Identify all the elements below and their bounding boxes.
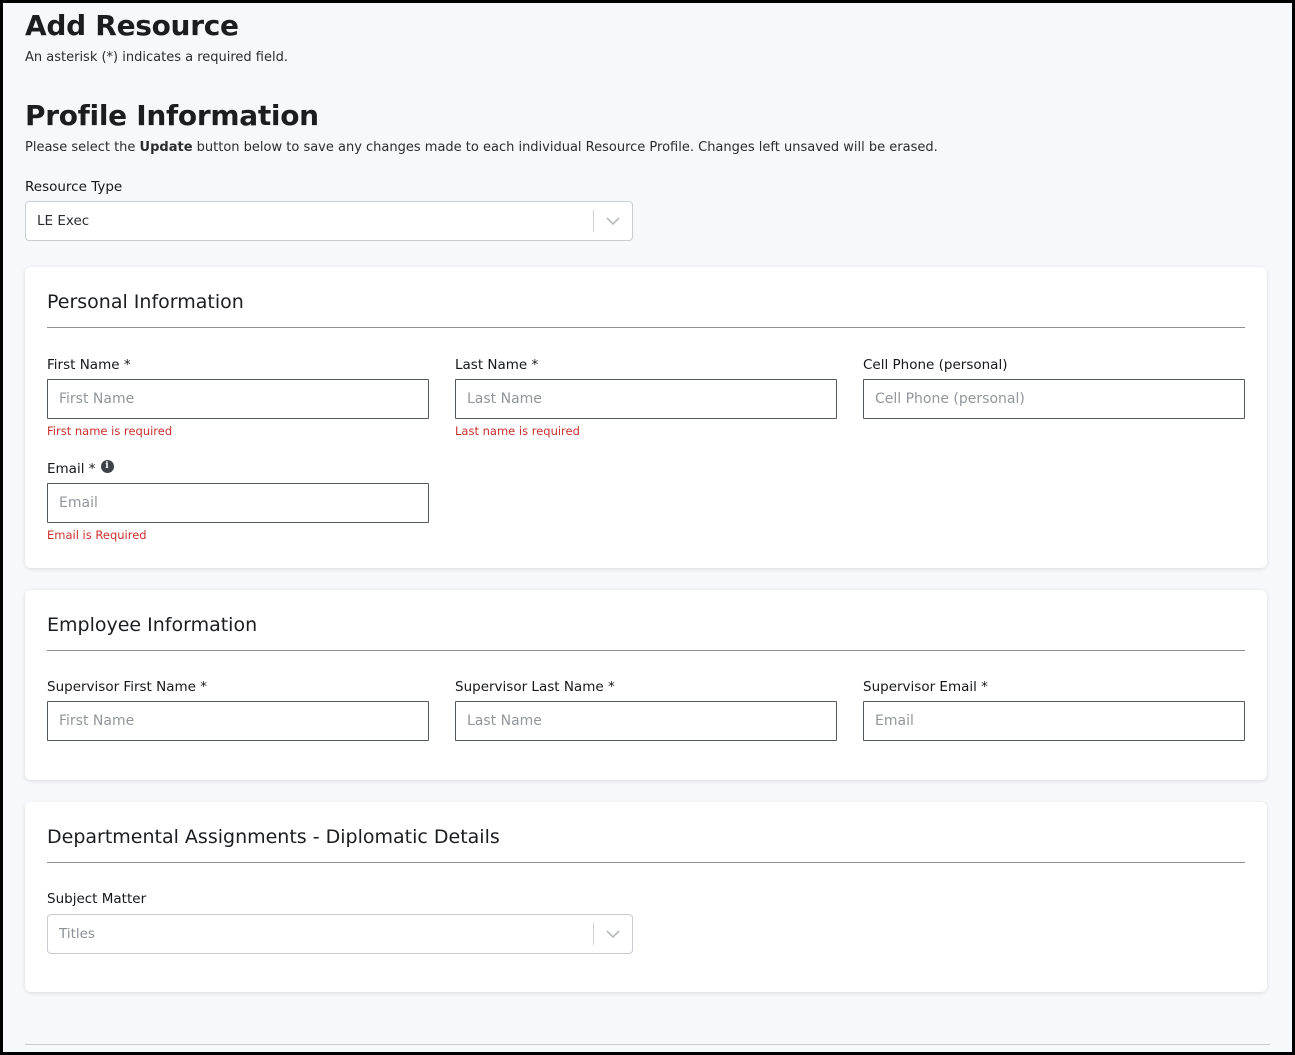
- profile-section-description: Please select the Update button below to…: [25, 140, 938, 155]
- description-text-start: Please select the: [25, 140, 140, 155]
- supervisor-email-label-text: Supervisor Email *: [863, 679, 988, 695]
- subject-matter-placeholder: Titles: [59, 926, 95, 942]
- resource-type-label-text: Resource Type: [25, 179, 123, 195]
- resource-type-value: LE Exec: [37, 213, 90, 229]
- supervisor-email-label: Supervisor Email *: [863, 679, 988, 695]
- departmental-assignments-title: Departmental Assignments - Diplomatic De…: [47, 826, 500, 848]
- chevron-down-icon[interactable]: [594, 929, 632, 939]
- resource-type-select[interactable]: LE Exec: [25, 201, 633, 241]
- cell-phone-input[interactable]: [863, 379, 1245, 419]
- last-name-label-text: Last Name *: [455, 357, 539, 373]
- profile-section-title: Profile Information: [25, 99, 319, 132]
- email-error: Email is Required: [47, 528, 147, 542]
- resource-type-label: Resource Type: [25, 179, 122, 195]
- departmental-assignments-card: Departmental Assignments - Diplomatic De…: [25, 802, 1267, 992]
- supervisor-first-name-label-text: Supervisor First Name *: [47, 679, 207, 695]
- info-icon[interactable]: i: [100, 459, 114, 473]
- page-title: Add Resource: [25, 9, 239, 42]
- card-divider: [47, 650, 1245, 651]
- card-divider: [47, 862, 1245, 863]
- last-name-label: Last Name *: [455, 357, 538, 373]
- last-name-input[interactable]: [455, 379, 837, 419]
- subject-matter-label-text: Subject Matter: [47, 891, 147, 907]
- last-name-error: Last name is required: [455, 424, 580, 438]
- first-name-label-text: First Name *: [47, 357, 131, 373]
- email-label-text: Email *: [47, 461, 96, 477]
- supervisor-last-name-label-text: Supervisor Last Name *: [455, 679, 615, 695]
- cell-phone-label-text: Cell Phone (personal): [863, 357, 1008, 373]
- cell-phone-label: Cell Phone (personal): [863, 357, 1007, 373]
- description-text-end: button below to save any changes made to…: [192, 140, 938, 155]
- chevron-down-icon[interactable]: [594, 216, 632, 226]
- supervisor-first-name-label: Supervisor First Name *: [47, 679, 207, 695]
- subject-matter-select[interactable]: Titles: [47, 914, 633, 954]
- employee-information-card: Employee Information Supervisor First Na…: [25, 590, 1267, 780]
- page-frame: Add Resource An asterisk (*) indicates a…: [3, 3, 1292, 1052]
- first-name-input[interactable]: [47, 379, 429, 419]
- bottom-divider: [25, 1044, 1270, 1045]
- supervisor-email-input[interactable]: [863, 701, 1245, 741]
- email-input[interactable]: [47, 483, 429, 523]
- personal-information-title: Personal Information: [47, 291, 244, 313]
- required-note: An asterisk (*) indicates a required fie…: [25, 50, 288, 65]
- first-name-label: First Name *: [47, 357, 131, 373]
- employee-information-title: Employee Information: [47, 614, 258, 636]
- card-divider: [47, 327, 1245, 328]
- supervisor-last-name-input[interactable]: [455, 701, 837, 741]
- email-label: Email * i: [47, 459, 114, 477]
- supervisor-last-name-label: Supervisor Last Name *: [455, 679, 615, 695]
- first-name-error: First name is required: [47, 424, 173, 438]
- description-update-word: Update: [139, 140, 193, 155]
- personal-information-card: Personal Information First Name * First …: [25, 267, 1267, 568]
- subject-matter-label: Subject Matter: [47, 891, 146, 907]
- supervisor-first-name-input[interactable]: [47, 701, 429, 741]
